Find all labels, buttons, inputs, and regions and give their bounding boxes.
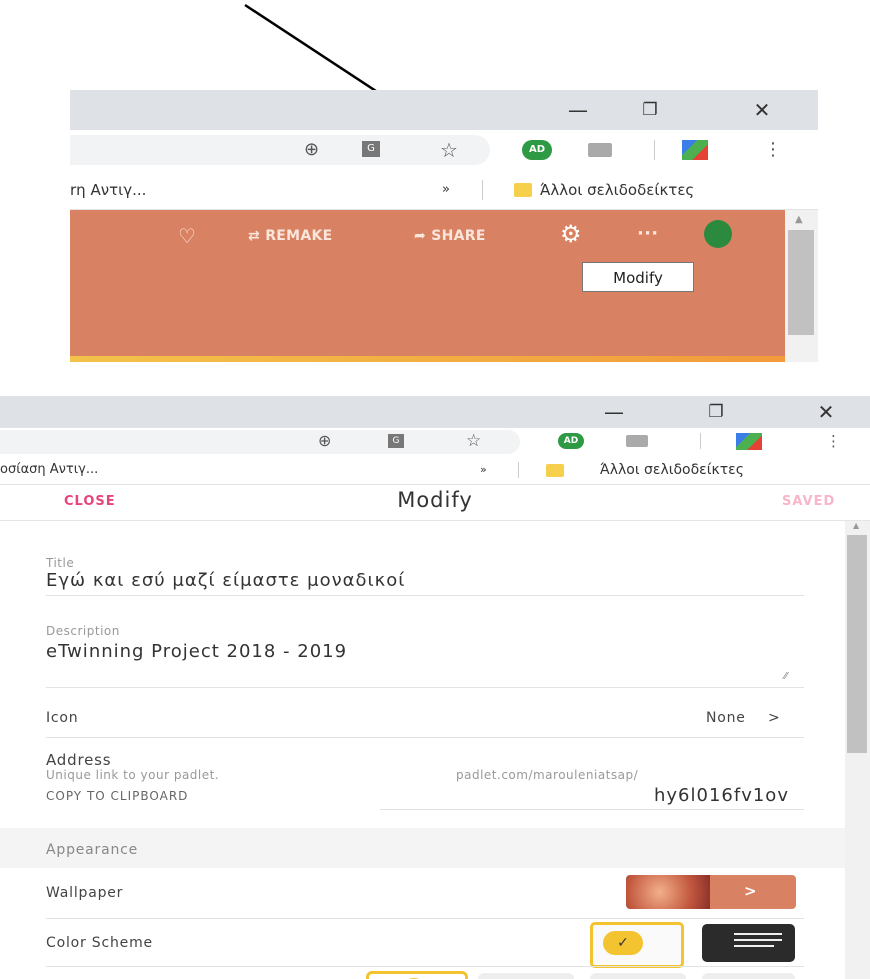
- chevron-double-icon[interactable]: »: [480, 455, 487, 485]
- address-help: Unique link to your padlet.: [46, 768, 220, 782]
- divider: [46, 966, 804, 967]
- resize-handle-icon[interactable]: ⁄⁄: [784, 671, 787, 682]
- check-icon: ✓: [603, 931, 643, 955]
- folder-icon: [514, 183, 532, 197]
- icon-label: Icon: [46, 710, 79, 726]
- color-scheme-label: Color Scheme: [46, 935, 153, 951]
- video-icon[interactable]: [588, 143, 612, 157]
- modal-title: Modify: [397, 488, 473, 512]
- appearance-section: Appearance: [0, 828, 845, 868]
- browser-toolbar: ⊕ G ☆ AD ⋮: [70, 130, 818, 170]
- title-label: Title: [46, 556, 75, 570]
- translate-icon[interactable]: G: [388, 434, 404, 448]
- wallpaper-button[interactable]: >: [710, 875, 796, 909]
- address-domain: padlet.com/marouleniatsap/: [456, 768, 639, 782]
- icon-value[interactable]: None: [706, 710, 746, 726]
- share-button[interactable]: ➦ SHARE: [414, 226, 486, 246]
- heart-icon[interactable]: ♡: [178, 224, 196, 248]
- close-window-button[interactable]: ✕: [742, 90, 782, 130]
- scroll-up-icon[interactable]: ▲: [795, 214, 803, 225]
- wallpaper-thumbnail: [626, 875, 710, 909]
- restore-button[interactable]: ❐: [696, 396, 736, 432]
- gear-icon[interactable]: ⚙: [560, 220, 582, 248]
- share-label: SHARE: [431, 228, 486, 244]
- scrollbar[interactable]: ▲: [785, 210, 818, 362]
- toolbar-divider: [654, 140, 655, 160]
- modify-panel: Title Εγώ και εσύ μαζί είμαστε μοναδικοί…: [0, 521, 845, 979]
- bookmark-item[interactable]: οσίαση Αντιγ...: [0, 455, 98, 485]
- copy-to-clipboard-button[interactable]: COPY TO CLIPBOARD: [46, 789, 188, 803]
- dark-scheme-option[interactable]: [702, 924, 795, 962]
- avatar-icon[interactable]: AD: [558, 433, 584, 449]
- font-option[interactable]: [590, 973, 686, 979]
- browser-screenshot-bottom: — ❐ ✕ ⊕ G ☆ AD ⋮ οσίαση Αντιγ... » Άλλοι…: [0, 396, 870, 979]
- divider: [46, 918, 804, 919]
- scheme-line: [734, 933, 782, 935]
- title-input[interactable]: Εγώ και εσύ μαζί είμαστε μοναδικοί: [46, 570, 405, 591]
- bookmark-divider: [482, 180, 483, 200]
- divider: [380, 809, 804, 810]
- restore-button[interactable]: ❐: [630, 90, 670, 130]
- chevron-right-icon[interactable]: >: [768, 710, 781, 726]
- scheme-line: [734, 945, 774, 947]
- appearance-heading: Appearance: [46, 842, 139, 858]
- modify-header: CLOSE Modify SAVED: [0, 485, 870, 521]
- video-icon[interactable]: [626, 435, 648, 447]
- remake-label: REMAKE: [265, 228, 333, 244]
- address-bar[interactable]: [70, 135, 490, 165]
- star-icon[interactable]: ☆: [440, 130, 458, 170]
- wallpaper-label: Wallpaper: [46, 885, 124, 901]
- scrollbar-thumb[interactable]: [847, 535, 867, 753]
- extension-icon[interactable]: [736, 433, 762, 450]
- wallpaper-picker[interactable]: >: [626, 875, 796, 909]
- divider: [46, 687, 804, 688]
- address-slug-input[interactable]: hy6l016fv1ov: [654, 785, 789, 806]
- extension-icon[interactable]: [682, 140, 708, 160]
- minimize-button[interactable]: —: [594, 396, 634, 432]
- more-icon[interactable]: ···: [637, 224, 658, 244]
- browser-toolbar: ⊕ G ☆ AD ⋮: [0, 428, 870, 455]
- scheme-line: [734, 939, 782, 941]
- divider: [46, 595, 804, 596]
- address-bar[interactable]: [0, 430, 520, 454]
- title-bar: — ❐ ✕: [70, 90, 818, 130]
- translate-icon[interactable]: G: [362, 141, 380, 157]
- menu-icon[interactable]: ⋮: [764, 130, 782, 170]
- scrollbar[interactable]: ▲: [845, 521, 870, 979]
- minimize-button[interactable]: —: [558, 90, 598, 130]
- other-bookmarks[interactable]: Άλλοι σελιδοδείκτες: [540, 170, 694, 210]
- bookmarks-bar: rη Αντιγ... » Άλλοι σελιδοδείκτες: [70, 170, 818, 210]
- bookmark-item[interactable]: rη Αντιγ...: [70, 170, 146, 210]
- font-option[interactable]: [478, 973, 574, 979]
- description-label: Description: [46, 624, 120, 638]
- folder-icon: [546, 464, 564, 477]
- user-avatar[interactable]: [704, 220, 732, 248]
- browser-screenshot-top: — ❐ ✕ ⊕ G ☆ AD ⋮ rη Αντιγ... » Άλλοι σελ…: [70, 90, 818, 362]
- address-label: Address: [46, 751, 112, 769]
- bookmarks-bar: οσίαση Αντιγ... » Άλλοι σελιδοδείκτες: [0, 455, 870, 485]
- divider: [46, 737, 804, 738]
- description-input[interactable]: eTwinning Project 2018 - 2019: [46, 641, 347, 662]
- title-bar: — ❐ ✕: [0, 396, 870, 428]
- avatar-icon[interactable]: AD: [522, 140, 552, 160]
- modify-tooltip: Modify: [582, 262, 694, 292]
- scroll-up-icon[interactable]: ▲: [853, 521, 859, 530]
- font-option-selected[interactable]: [366, 971, 468, 979]
- scrollbar-thumb[interactable]: [788, 230, 814, 335]
- padlet-wallpaper-strip: [70, 356, 785, 362]
- other-bookmarks[interactable]: Άλλοι σελιδοδείκτες: [600, 455, 744, 485]
- add-icon[interactable]: ⊕: [304, 130, 319, 170]
- chevron-right-icon: >: [744, 882, 757, 900]
- light-scheme-option[interactable]: ✓: [590, 922, 684, 968]
- font-option[interactable]: [702, 973, 795, 979]
- saved-status: SAVED: [782, 494, 836, 509]
- remake-button[interactable]: ⇄ REMAKE: [248, 226, 333, 246]
- bookmark-divider: [518, 462, 519, 478]
- toolbar-divider: [700, 433, 701, 449]
- chevron-double-icon[interactable]: »: [442, 170, 450, 210]
